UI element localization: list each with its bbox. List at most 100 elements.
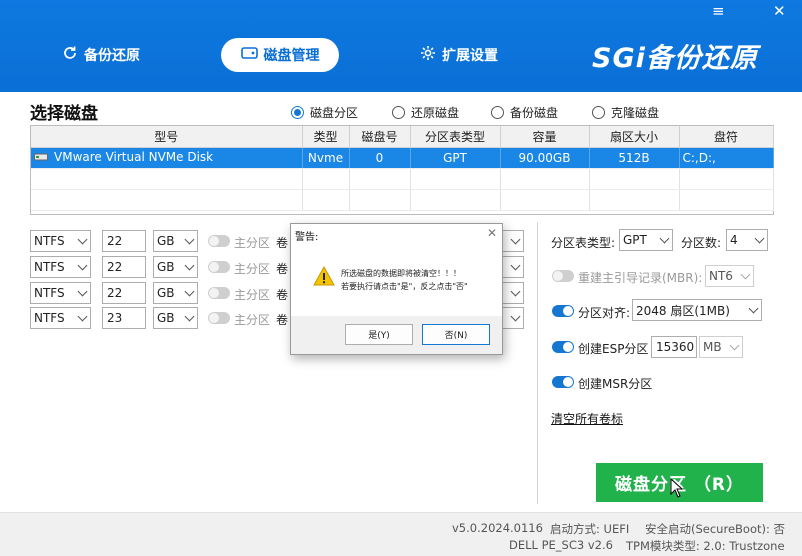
app-logo: SGi备份还原 <box>592 43 758 74</box>
column-header[interactable]: 盘符 <box>679 126 774 148</box>
volume-label: 卷 <box>276 313 289 327</box>
primary-toggle[interactable] <box>208 261 230 273</box>
tab-backup-restore[interactable]: 备份还原 <box>46 38 156 72</box>
dialog-title: 警告: <box>295 232 319 243</box>
table-cell: 90.00GB <box>500 147 590 169</box>
table-cell: Nvme <box>302 147 350 169</box>
mouse-cursor-icon <box>670 478 684 498</box>
size-input[interactable]: 22 <box>102 230 146 252</box>
table-cell: C:,D:, <box>679 147 774 169</box>
rebuild-mbr-toggle[interactable] <box>552 270 574 282</box>
dialog-message-line: 所选磁盘的数据即将被清空！！！ <box>341 269 461 278</box>
table-type-label: 分区表类型: <box>551 236 616 250</box>
close-icon[interactable]: ✕ <box>487 226 497 240</box>
gear-icon <box>420 45 436 65</box>
column-header[interactable]: 分区表类型 <box>410 126 501 148</box>
label-select[interactable] <box>500 282 524 304</box>
esp-toggle[interactable] <box>552 341 574 353</box>
header-bar: ≡ ✕ 备份还原 磁盘管理 扩展设置 SGi备份还原 <box>0 0 802 92</box>
tab-extended-settings[interactable]: 扩展设置 <box>404 38 514 72</box>
column-header[interactable]: 类型 <box>302 126 350 148</box>
label-select[interactable] <box>500 230 524 252</box>
tab-label: 备份还原 <box>84 48 140 64</box>
dialog-yes-button[interactable]: 是(Y) <box>345 324 413 345</box>
radio-dot <box>291 106 304 119</box>
menu-icon[interactable]: ≡ <box>712 2 725 20</box>
refresh-icon <box>62 45 78 65</box>
table-cell-model: VMware Virtual NVMe Disk <box>31 147 303 169</box>
primary-toggle[interactable] <box>208 287 230 299</box>
primary-label: 主分区 <box>234 236 271 250</box>
esp-size-input[interactable]: 15360 <box>651 336 697 358</box>
table-cell: 0 <box>349 147 411 169</box>
label-select[interactable] <box>500 307 524 329</box>
partition-count-select[interactable]: 4 <box>726 229 768 251</box>
volume-label: 卷 <box>276 288 289 302</box>
fs-select[interactable]: NTFS <box>30 307 91 329</box>
version-text: v5.0.2024.0116 <box>452 521 543 535</box>
primary-label: 主分区 <box>234 262 271 276</box>
disk-icon <box>240 46 258 64</box>
size-input[interactable]: 23 <box>102 307 146 329</box>
unit-select[interactable]: GB <box>153 307 198 329</box>
radio-dot <box>592 106 605 119</box>
column-header[interactable]: 扇区大小 <box>589 126 680 148</box>
drive-icon <box>34 151 48 165</box>
tpm-text: TPM模块类型: 2.0: Trustzone <box>626 539 785 553</box>
table-cell: GPT <box>410 147 501 169</box>
unit-select[interactable]: GB <box>153 230 198 252</box>
primary-toggle[interactable] <box>208 312 230 324</box>
primary-label: 主分区 <box>234 288 271 302</box>
esp-label: 创建ESP分区 <box>578 342 649 356</box>
esp-unit-select[interactable]: MB <box>699 336 743 358</box>
dialog-no-button[interactable]: 否(N) <box>422 324 490 345</box>
fs-select[interactable]: NTFS <box>30 282 91 304</box>
secure-boot-text: 安全启动(SecureBoot): 否 <box>645 522 786 536</box>
column-header[interactable]: 磁盘号 <box>349 126 411 148</box>
dialog-message-line: 若要执行请点击"是"，反之点击"否" <box>341 282 468 291</box>
unit-select[interactable]: GB <box>153 282 198 304</box>
close-icon[interactable]: ✕ <box>773 2 786 20</box>
disk-table: 型号 类型 磁盘号 分区表类型 容量 扇区大小 盘符 VMware Virtua… <box>30 125 774 215</box>
label-select[interactable] <box>500 256 524 278</box>
fs-select[interactable]: NTFS <box>30 256 91 278</box>
table-header-row: 型号 类型 磁盘号 分区表类型 容量 扇区大小 盘符 <box>31 126 774 148</box>
table-row-empty <box>31 168 774 190</box>
status-footer: v5.0.2024.0116 启动方式: UEFI 安全启动(SecureBoo… <box>0 512 802 556</box>
tab-disk-management[interactable]: 磁盘管理 <box>221 38 339 72</box>
msr-label: 创建MSR分区 <box>578 377 653 391</box>
fs-select[interactable]: NTFS <box>30 230 91 252</box>
tab-label: 磁盘管理 <box>263 48 320 64</box>
radio-label: 还原磁盘 <box>411 106 460 120</box>
clear-volume-labels-link[interactable]: 清空所有卷标 <box>551 410 623 427</box>
volume-label: 卷 <box>276 236 289 250</box>
partition-count-label: 分区数: <box>681 236 722 250</box>
radio-restore-disk[interactable]: 还原磁盘 <box>392 104 459 121</box>
table-row-empty <box>31 189 774 211</box>
column-header[interactable]: 型号 <box>31 126 303 148</box>
size-input[interactable]: 22 <box>102 282 146 304</box>
tab-label: 扩展设置 <box>442 48 498 64</box>
vertical-divider <box>537 222 538 504</box>
size-input[interactable]: 22 <box>102 256 146 278</box>
warning-icon <box>313 266 335 286</box>
rebuild-mbr-label: 重建主引导记录(MBR): <box>578 271 703 285</box>
align-label: 分区对齐: <box>578 306 631 320</box>
machine-text: DELL PE_SC3 v2.6 <box>509 538 613 552</box>
boot-mode-text: 启动方式: UEFI <box>550 522 630 536</box>
radio-clone-disk[interactable]: 克隆磁盘 <box>592 104 659 121</box>
align-select[interactable]: 2048 扇区(1MB) <box>632 299 762 321</box>
unit-select[interactable]: GB <box>153 256 198 278</box>
msr-toggle[interactable] <box>552 376 574 388</box>
primary-toggle[interactable] <box>208 235 230 247</box>
table-row[interactable]: VMware Virtual NVMe Disk Nvme 0 GPT 90.0… <box>31 147 774 169</box>
radio-label: 磁盘分区 <box>310 106 359 120</box>
radio-dot <box>491 106 504 119</box>
table-type-select[interactable]: GPT <box>619 229 673 251</box>
radio-partition-disk[interactable]: 磁盘分区 <box>291 104 358 121</box>
radio-backup-disk[interactable]: 备份磁盘 <box>491 104 558 121</box>
align-toggle[interactable] <box>552 305 574 317</box>
table-cell: 512B <box>589 147 680 169</box>
column-header[interactable]: 容量 <box>500 126 590 148</box>
rebuild-mbr-select[interactable]: NT6 <box>705 265 754 287</box>
